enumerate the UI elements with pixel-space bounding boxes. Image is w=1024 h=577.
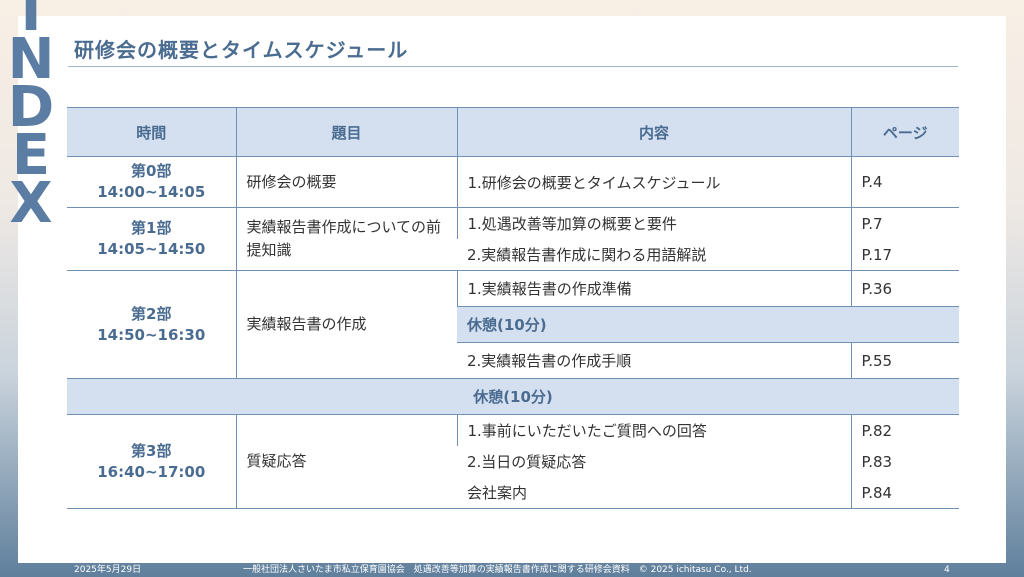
footer-page-number: 4 [944, 565, 950, 575]
header-page: ページ [850, 107, 959, 157]
header-topic: 題目 [235, 107, 457, 157]
table-header-row: 時間 題目 内容 ページ [67, 107, 959, 157]
table-row: 第3部 16:40~17:00 質疑応答 1.事前にいただいたご質問への回答 P… [67, 414, 959, 509]
table-row: 第0部 14:00~14:05 研修会の概要 1.研修会の概要とタイムスケジュー… [67, 156, 959, 208]
page-cell: P.7 [850, 207, 959, 239]
header-time: 時間 [67, 107, 236, 157]
part-time: 14:00~14:05 [97, 183, 206, 201]
topic-cell: 研修会の概要 [235, 156, 457, 208]
page-cell: P.36 [850, 270, 959, 307]
part-cell: 第2部 14:50~16:30 [67, 270, 236, 379]
page-cell: P.17 [850, 239, 959, 271]
page-cell: P.4 [850, 156, 959, 208]
footer-date: 2025年5月29日 [74, 565, 142, 575]
table-row: 第1部 14:05~14:50 実績報告書作成についての前提知識 1.処遇改善等… [67, 207, 959, 271]
content-cell: 1.処遇改善等加算の概要と要件 [456, 207, 851, 239]
part-cell: 第0部 14:00~14:05 [67, 156, 236, 208]
content-cell: 1.実績報告書の作成準備 [456, 270, 851, 307]
part-name: 第2部 [131, 304, 172, 323]
topic-cell: 実績報告書作成についての前提知識 [235, 207, 457, 271]
content-cell: 1.研修会の概要とタイムスケジュール [456, 156, 851, 208]
content-cell: 2.当日の質疑応答 [467, 453, 587, 471]
page-cell: P.84 [850, 477, 959, 509]
part-cell: 第1部 14:05~14:50 [67, 207, 236, 271]
title-divider [68, 66, 958, 67]
header-content: 内容 [456, 107, 851, 157]
content-cell: 1.事前にいただいたご質問への回答 [456, 414, 851, 446]
part-time: 16:40~17:00 [97, 462, 206, 481]
content-cell: 会社案内 [457, 477, 851, 509]
index-side-label: I N D E X [6, 0, 56, 236]
page-cell: P.83 [850, 446, 959, 477]
part-name: 第1部 [131, 219, 172, 237]
index-letter: X [9, 171, 53, 236]
topic-cell: 実績報告書の作成 [235, 270, 457, 379]
part-time: 14:05~14:50 [97, 240, 206, 258]
page-title: 研修会の概要とタイムスケジュール [74, 38, 409, 62]
table-row: 第2部 14:50~16:30 実績報告書の作成 1.実績報告書の作成準備 P.… [67, 270, 959, 379]
page-cell: P.55 [850, 342, 959, 379]
content-cell: 2.実績報告書の作成手順 [457, 342, 851, 379]
topic-cell: 質疑応答 [235, 414, 457, 509]
page-cell: P.82 [850, 414, 959, 446]
break-cell: 休憩(10分) [457, 306, 959, 343]
schedule-table: 時間 題目 内容 ページ 第0部 14:00~14:05 研修会の概要 1.研修… [67, 107, 959, 509]
break-cell: 休憩(10分) [67, 378, 959, 415]
topic-line: 実績報告書作成についての前提知識 [246, 218, 442, 259]
content-cell: 2.実績報告書作成に関わる用語解説 [457, 239, 851, 271]
break-row: 休憩(10分) [67, 378, 959, 415]
footer-organization: 一般社団法人さいたま市私立保育園協会 処遇改善等加算の実績報告書作成に関する研修… [243, 565, 752, 575]
part-time: 14:50~16:30 [97, 325, 206, 344]
part-name: 第0部 [131, 162, 172, 180]
part-name: 第3部 [131, 441, 172, 460]
part-cell: 第3部 16:40~17:00 [67, 414, 236, 509]
